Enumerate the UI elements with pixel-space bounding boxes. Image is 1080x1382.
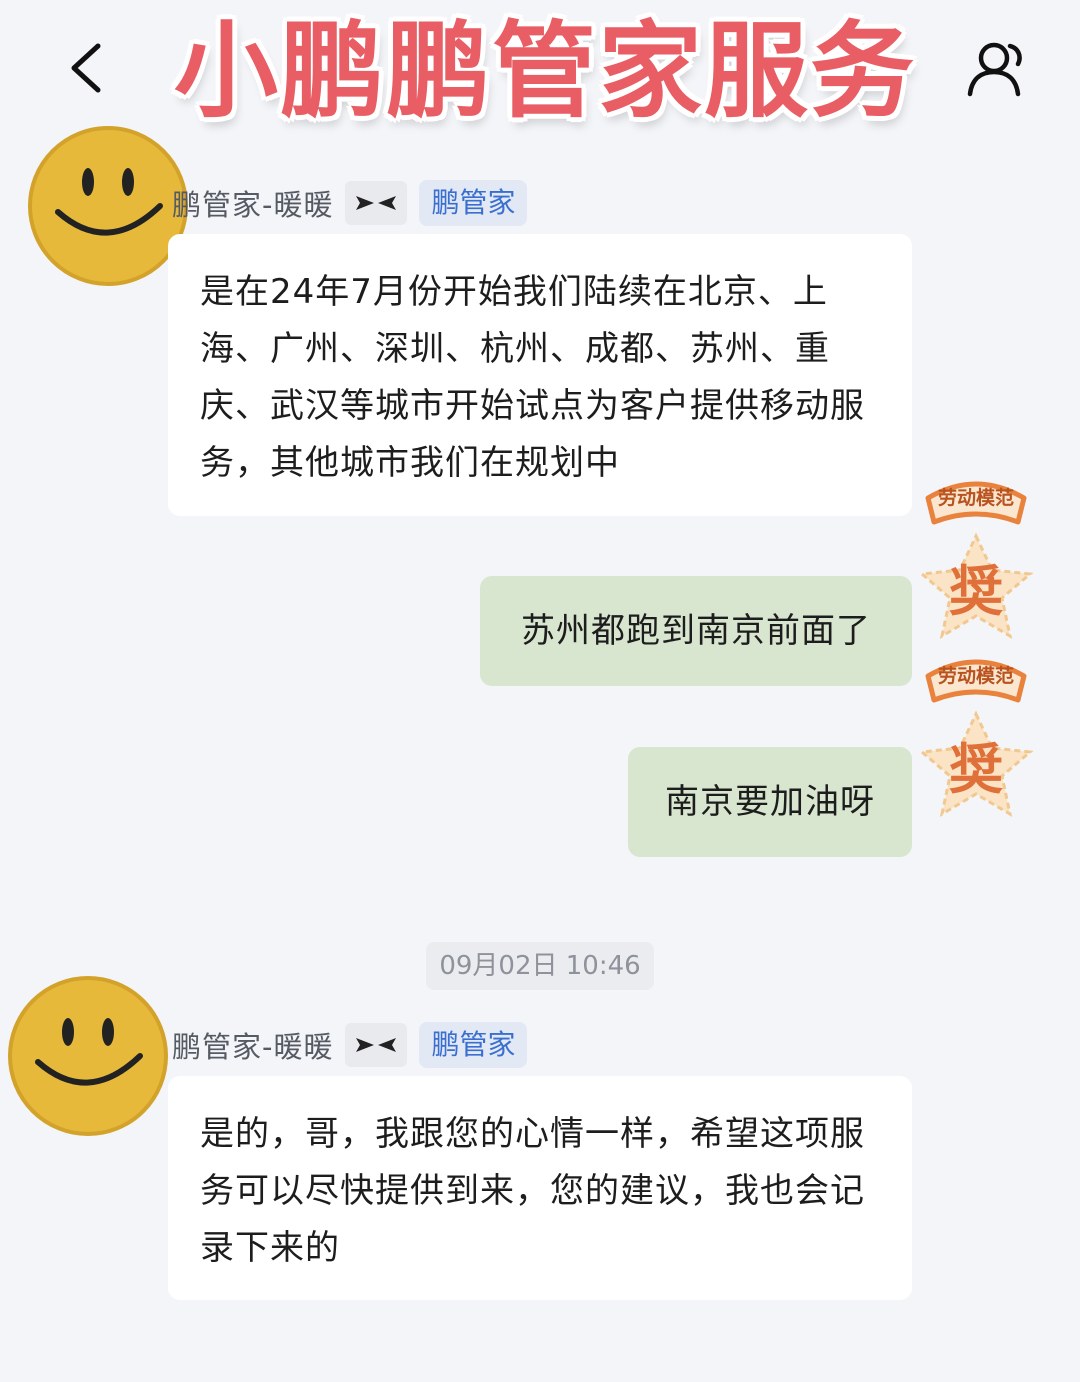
brand-logo <box>345 181 408 225</box>
smiley-face-icon <box>8 976 168 1136</box>
message-text: 是的，哥，我跟您的心情一样，希望这项服务可以尽快提供到来，您的建议，我也会记录下… <box>200 1114 865 1268</box>
role-badge: 鹏管家 <box>419 180 528 226</box>
sender-row: 鹏管家-暖暖 鹏管家 <box>172 180 528 226</box>
medal-ribbon-text: 劳动模范 <box>938 664 1014 687</box>
message-bubble-outgoing[interactable]: 苏州都跑到南京前面了 <box>480 576 912 686</box>
xpeng-logo-icon <box>356 196 397 210</box>
message-text: 苏州都跑到南京前面了 <box>521 611 871 651</box>
timestamp: 09月02日 10:46 <box>426 942 654 990</box>
medal-char: 奨 <box>949 559 1003 623</box>
avatar[interactable] <box>8 976 168 1136</box>
message-bubble-incoming[interactable]: 是的，哥，我跟您的心情一样，希望这项服务可以尽快提供到来，您的建议，我也会记录下… <box>168 1076 912 1300</box>
role-badge: 鹏管家 <box>419 1022 528 1068</box>
person-icon <box>967 42 1022 97</box>
profile-button[interactable] <box>960 36 1032 104</box>
sender-row: 鹏管家-暖暖 鹏管家 <box>172 1022 528 1068</box>
medal-ribbon-text: 劳动模范 <box>938 486 1014 509</box>
medal-sticker: 劳动模范 奨 <box>906 470 1046 660</box>
sender-name: 鹏管家-暖暖 <box>172 188 334 222</box>
chevron-left-icon <box>71 43 101 93</box>
page-title: 小鹏鹏管家服务 <box>173 10 916 132</box>
medal-char: 奨 <box>949 737 1003 801</box>
message-bubble-incoming[interactable]: 是在24年7月份开始我们陆续在北京、上海、广州、深圳、杭州、成都、苏州、重庆、武… <box>168 234 912 516</box>
brand-logo <box>345 1023 408 1067</box>
header: 小鹏鹏管家服务 <box>0 0 1080 140</box>
message-text: 是在24年7月份开始我们陆续在北京、上海、广州、深圳、杭州、成都、苏州、重庆、武… <box>200 272 865 483</box>
back-button[interactable] <box>56 34 120 102</box>
medal-sticker: 劳动模范 奨 <box>906 648 1046 838</box>
avatar[interactable] <box>28 126 188 286</box>
message-text: 南京要加油呀 <box>665 782 875 822</box>
message-bubble-outgoing[interactable]: 南京要加油呀 <box>628 747 912 857</box>
smiley-face-icon <box>28 126 188 286</box>
sender-name: 鹏管家-暖暖 <box>172 1030 334 1064</box>
xpeng-logo-icon <box>356 1038 397 1052</box>
